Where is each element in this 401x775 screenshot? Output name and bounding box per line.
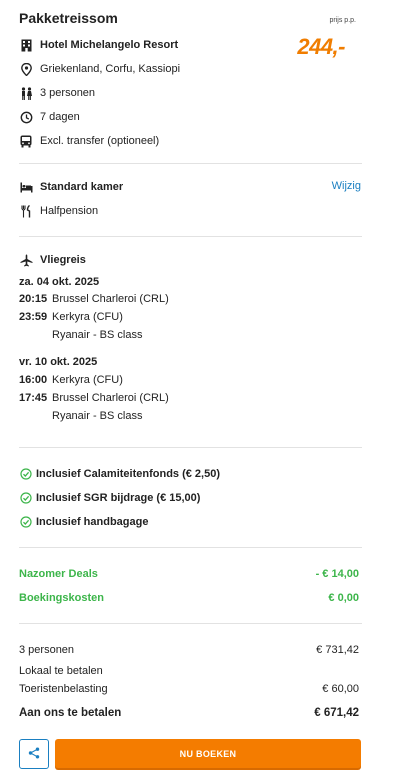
hotel-name: Hotel Michelangelo Resort bbox=[40, 39, 179, 51]
building-icon bbox=[19, 38, 33, 52]
change-room-link[interactable]: Wijzig bbox=[332, 180, 361, 192]
transfer-optional-note: (optioneel) bbox=[107, 135, 160, 147]
persons-text: 3 personen bbox=[40, 87, 96, 99]
outbound-arrival-time: 23:59 bbox=[19, 311, 48, 323]
flight-heading-row: Vliegreis bbox=[19, 252, 86, 268]
price-per-person: 244,- bbox=[297, 34, 345, 59]
price-label: prijs p.p. bbox=[329, 17, 356, 24]
return-departure-time: 16:00 bbox=[19, 374, 48, 386]
return-date: vr. 10 okt. 2025 bbox=[19, 356, 98, 368]
duration-row: 7 dagen bbox=[19, 109, 80, 125]
flight-heading: Vliegreis bbox=[40, 254, 86, 266]
map-pin-icon bbox=[19, 62, 33, 76]
outbound-date: za. 04 okt. 2025 bbox=[19, 276, 100, 288]
booking-costs-label: Boekingskosten bbox=[19, 592, 104, 604]
deals-value: - € 14,00 bbox=[315, 568, 359, 580]
outbound-arrival-airport: Kerkyra (CFU) bbox=[52, 311, 123, 323]
share-icon bbox=[28, 747, 40, 762]
deals-label: Nazomer Deals bbox=[19, 568, 98, 580]
persons-total-value: € 731,42 bbox=[316, 644, 359, 656]
bed-icon bbox=[19, 180, 33, 194]
divider bbox=[19, 447, 362, 448]
inclusion-text: Inclusief handbagage bbox=[36, 516, 149, 528]
outbound-departure-time: 20:15 bbox=[19, 293, 48, 305]
bus-icon bbox=[19, 134, 33, 148]
transfer-text: Excl. transfer bbox=[40, 135, 105, 147]
page-title: Pakketreissom bbox=[19, 10, 118, 26]
outbound-carrier: Ryanair - BS class bbox=[52, 329, 143, 341]
return-arrival-airport: Brussel Charleroi (CRL) bbox=[52, 392, 169, 404]
tourist-tax-label: Toeristenbelasting bbox=[19, 683, 108, 695]
inclusion-text: Inclusief Calamiteitenfonds (€ 2,50) bbox=[36, 468, 220, 480]
pay-to-us-label: Aan ons te betalen bbox=[19, 707, 122, 719]
persons-total-label: 3 personen bbox=[19, 644, 75, 656]
booking-costs-value: € 0,00 bbox=[328, 592, 359, 604]
airplane-icon bbox=[19, 253, 33, 267]
check-circle-icon bbox=[19, 467, 33, 481]
clock-icon bbox=[19, 110, 33, 124]
share-button[interactable] bbox=[19, 739, 49, 769]
check-circle-icon bbox=[19, 515, 33, 529]
duration-text: 7 dagen bbox=[40, 111, 80, 123]
book-now-button[interactable]: NU BOEKEN bbox=[55, 739, 361, 768]
transfer-row: Excl. transfer (optioneel) bbox=[19, 133, 159, 149]
persons-icon bbox=[19, 86, 33, 100]
divider bbox=[19, 547, 362, 548]
inclusion-text: Inclusief SGR bijdrage (€ 15,00) bbox=[36, 492, 201, 504]
outbound-departure-airport: Brussel Charleroi (CRL) bbox=[52, 293, 169, 305]
room-type: Standard kamer bbox=[40, 181, 124, 193]
return-departure-airport: Kerkyra (CFU) bbox=[52, 374, 123, 386]
booking-summary-panel: Pakketreissom prijs p.p. 244,- Hotel Mic… bbox=[0, 0, 401, 775]
board-text: Halfpension bbox=[40, 205, 99, 217]
divider bbox=[19, 163, 362, 164]
return-arrival-time: 17:45 bbox=[19, 392, 48, 404]
location-row: Griekenland, Corfu, Kassiopi bbox=[19, 61, 180, 77]
board-row: Halfpension bbox=[19, 203, 98, 219]
inclusion-item: Inclusief handbagage bbox=[19, 514, 148, 530]
divider bbox=[19, 623, 362, 624]
divider bbox=[19, 236, 362, 237]
persons-row: 3 personen bbox=[19, 85, 95, 101]
location-text: Griekenland, Corfu, Kassiopi bbox=[40, 63, 181, 75]
inclusion-item: Inclusief SGR bijdrage (€ 15,00) bbox=[19, 490, 200, 506]
local-payment-label: Lokaal te betalen bbox=[19, 665, 103, 677]
return-carrier: Ryanair - BS class bbox=[52, 410, 143, 422]
cutlery-icon bbox=[19, 204, 33, 218]
hotel-row: Hotel Michelangelo Resort bbox=[19, 37, 178, 53]
room-row: Standard kamer bbox=[19, 179, 123, 195]
tourist-tax-value: € 60,00 bbox=[322, 683, 359, 695]
check-circle-icon bbox=[19, 491, 33, 505]
pay-to-us-value: € 671,42 bbox=[314, 707, 359, 719]
inclusion-item: Inclusief Calamiteitenfonds (€ 2,50) bbox=[19, 466, 220, 482]
